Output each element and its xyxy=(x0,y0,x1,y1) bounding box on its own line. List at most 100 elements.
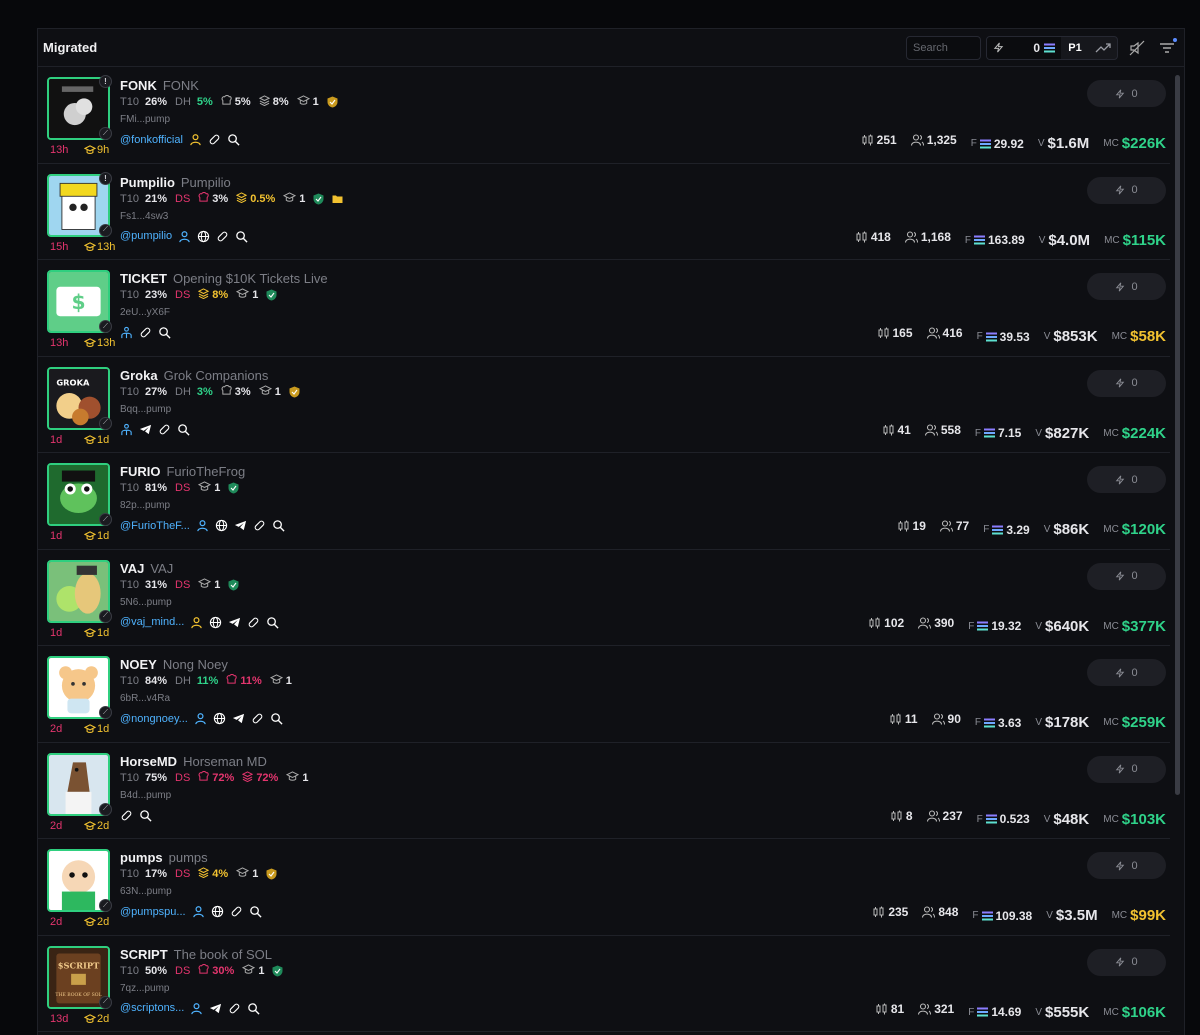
quick-buy-button[interactable]: 0 xyxy=(1087,369,1166,397)
user-icon[interactable] xyxy=(192,905,205,918)
contract-address[interactable]: B4d...pump xyxy=(120,790,171,801)
user-icon[interactable] xyxy=(189,133,202,146)
link-icon[interactable] xyxy=(120,809,133,822)
link-icon[interactable] xyxy=(139,326,152,339)
holders-icon xyxy=(939,520,953,532)
token-name[interactable]: Pumpilio Pumpilio xyxy=(120,175,231,190)
token-name[interactable]: HorseMD Horseman MD xyxy=(120,754,267,769)
token-row[interactable]: ⟋ 1d 1d FURIO FurioTheFrog T10 81% DS 1 82p.… xyxy=(38,453,1170,550)
user-icon[interactable] xyxy=(190,616,203,629)
twitter-handle[interactable]: @fonkofficial xyxy=(120,134,183,146)
link-icon[interactable] xyxy=(228,1002,241,1015)
search-icon[interactable] xyxy=(227,133,240,146)
telegram-icon[interactable] xyxy=(209,1002,222,1015)
link-icon[interactable] xyxy=(247,616,260,629)
telegram-icon[interactable] xyxy=(234,519,247,532)
website-icon[interactable] xyxy=(215,519,228,532)
search-icon[interactable] xyxy=(235,230,248,243)
search-icon[interactable] xyxy=(177,423,190,436)
telegram-icon[interactable] xyxy=(139,423,152,436)
community-icon[interactable] xyxy=(120,326,133,339)
twitter-handle[interactable]: @pumpspu... xyxy=(120,906,186,918)
token-name[interactable]: FURIO FurioTheFrog xyxy=(120,464,245,479)
token-name[interactable]: SCRIPT The book of SOL xyxy=(120,947,272,962)
quick-buy-button[interactable]: 0 xyxy=(1087,852,1166,879)
token-row[interactable]: ⟋ 2d 1d NOEY Nong Noey T10 84% DH 11% 11% 1 6b… xyxy=(38,646,1170,743)
link-icon[interactable] xyxy=(216,230,229,243)
quick-buy-button[interactable]: 0 xyxy=(1087,755,1166,783)
community-icon[interactable] xyxy=(120,423,133,436)
token-name[interactable]: VAJ VAJ xyxy=(120,561,173,576)
search-icon[interactable] xyxy=(249,905,262,918)
contract-address[interactable]: Fs1...4sw3 xyxy=(120,211,168,222)
search-icon[interactable] xyxy=(272,519,285,532)
user-icon[interactable] xyxy=(194,712,207,725)
website-icon[interactable] xyxy=(211,905,224,918)
website-icon[interactable] xyxy=(197,230,210,243)
search-icon[interactable] xyxy=(247,1002,260,1015)
user-icon[interactable] xyxy=(196,519,209,532)
telegram-icon[interactable] xyxy=(228,616,241,629)
twitter-handle[interactable]: @nongnoey... xyxy=(120,713,188,725)
shield-icon xyxy=(266,289,277,301)
user-icon[interactable] xyxy=(190,1002,203,1015)
telegram-icon[interactable] xyxy=(232,712,245,725)
preset-p1-button[interactable]: P1 xyxy=(1061,42,1089,54)
twitter-handle[interactable]: @vaj_mind... xyxy=(120,616,184,628)
link-icon[interactable] xyxy=(158,423,171,436)
quick-buy-button[interactable]: 0 xyxy=(1087,466,1166,493)
token-name[interactable]: NOEY Nong Noey xyxy=(120,657,228,672)
twitter-handle[interactable]: @FurioTheF... xyxy=(120,520,190,532)
quick-buy-button[interactable]: 0 xyxy=(1087,659,1166,686)
contract-address[interactable]: 6bR...v4Ra xyxy=(120,693,170,704)
token-name[interactable]: pumps pumps xyxy=(120,850,208,865)
token-row[interactable]: ! ⟋ 13h 9h FONK FONK T10 26% DH 5% 5% 8% 1 FMi.… xyxy=(38,67,1170,164)
token-row[interactable]: $ ⟋ 13h 13h TICKET Opening $10K Tickets L… xyxy=(38,260,1170,357)
top10-stat: T10 27% xyxy=(120,385,167,398)
quick-buy-button[interactable]: 0 xyxy=(1087,273,1166,300)
link-icon[interactable] xyxy=(253,519,266,532)
pill-badge-icon: ⟋ xyxy=(99,802,112,816)
trend-button[interactable] xyxy=(1089,42,1117,54)
grad-cap-icon xyxy=(84,434,96,445)
filter-button[interactable] xyxy=(1156,37,1178,59)
website-icon[interactable] xyxy=(213,712,226,725)
contract-address[interactable]: 63N...pump xyxy=(120,886,172,897)
search-icon[interactable] xyxy=(158,326,171,339)
link-icon[interactable] xyxy=(251,712,264,725)
token-name[interactable]: Groka Grok Companions xyxy=(120,368,268,383)
link-icon[interactable] xyxy=(230,905,243,918)
token-name[interactable]: TICKET Opening $10K Tickets Live xyxy=(120,271,328,286)
token-row[interactable]: ! ⟋ 15h 13h Pumpilio Pumpilio T10 21% DS 3% 0… xyxy=(38,164,1170,260)
holders-count: 237 xyxy=(926,809,963,823)
contract-address[interactable]: 82p...pump xyxy=(120,500,170,511)
contract-address[interactable]: FMi...pump xyxy=(120,114,170,125)
search-input[interactable] xyxy=(906,35,981,60)
twitter-handle[interactable]: @pumpilio xyxy=(120,230,172,242)
quick-buy-button[interactable]: 0 xyxy=(1087,948,1166,976)
token-name[interactable]: FONK FONK xyxy=(120,78,199,93)
token-row[interactable]: ⟋ 2d 2d HorseMD Horseman MD T10 75% DS 72% 72… xyxy=(38,743,1170,839)
scrollbar[interactable] xyxy=(1175,75,1180,795)
mute-button[interactable] xyxy=(1126,37,1148,59)
quick-buy-button[interactable]: 0 xyxy=(1087,176,1166,204)
contract-address[interactable]: 7qz...pump xyxy=(120,983,169,994)
token-row[interactable]: ⟋ 1d 1d VAJ VAJ T10 31% DS 1 5N6...pump @vaj… xyxy=(38,550,1170,646)
link-icon[interactable] xyxy=(208,133,221,146)
contract-address[interactable]: 2eU...yX6F xyxy=(120,307,170,318)
search-icon[interactable] xyxy=(270,712,283,725)
contract-address[interactable]: 5N6...pump xyxy=(120,597,172,608)
twitter-handle[interactable]: @scriptons... xyxy=(120,1002,184,1014)
token-row[interactable]: ⟋ 2d 2d pumps pumps T10 17% DS 4% 1 63N...pum… xyxy=(38,839,1170,936)
search-icon[interactable] xyxy=(139,809,152,822)
panel-title: Migrated xyxy=(43,40,98,55)
token-row[interactable]: $SCRIPT THE BOOK OF SOL ⟋ 13d 2d SCRIPT Th… xyxy=(38,936,1170,1032)
contract-address[interactable]: Bqq...pump xyxy=(120,404,171,415)
search-icon[interactable] xyxy=(266,616,279,629)
user-icon[interactable] xyxy=(178,230,191,243)
quick-buy-amount[interactable]: 0 xyxy=(987,36,1061,59)
token-row[interactable]: GROKA ⟋ 1d 1d Groka Grok Companions T10 27… xyxy=(38,357,1170,453)
website-icon[interactable] xyxy=(209,616,222,629)
quick-buy-button[interactable]: 0 xyxy=(1087,80,1166,107)
quick-buy-button[interactable]: 0 xyxy=(1087,562,1166,590)
